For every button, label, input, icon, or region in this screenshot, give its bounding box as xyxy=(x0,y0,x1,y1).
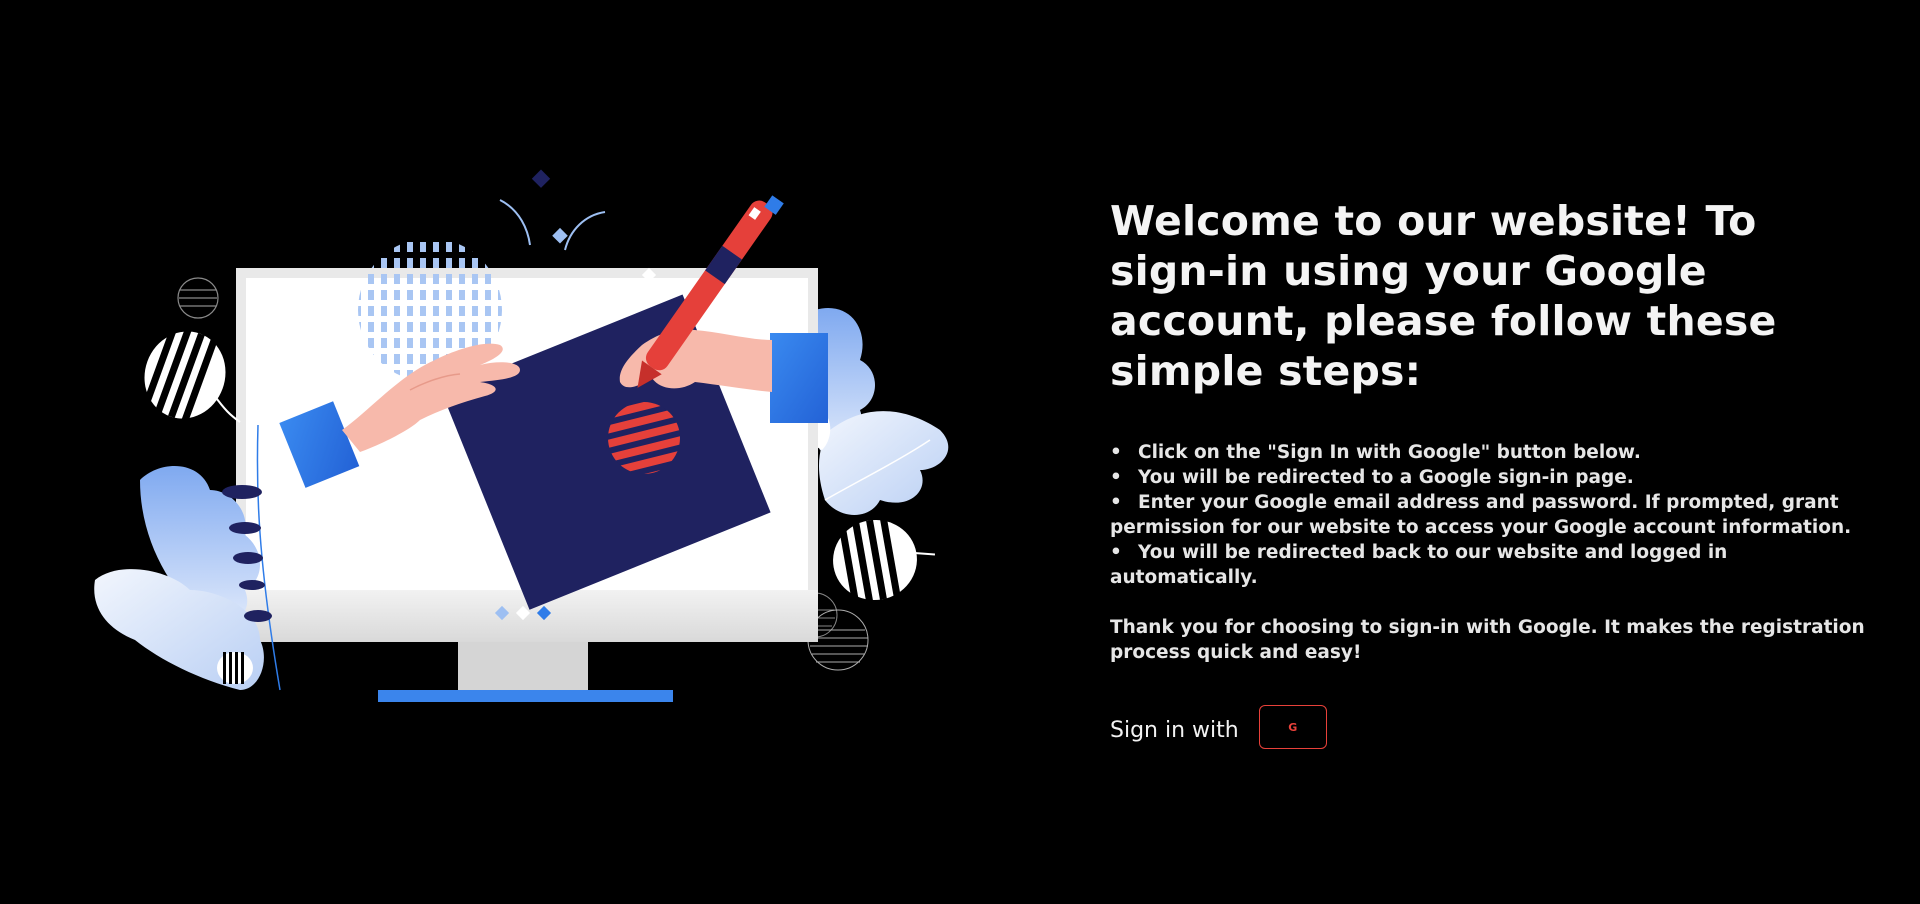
step-item: You will be redirected back to our websi… xyxy=(1110,540,1870,590)
signin-row: Sign in with G xyxy=(1110,705,1870,749)
signin-page: Welcome to our website! To sign-in using… xyxy=(0,0,1920,904)
step-item: Click on the "Sign In with Google" butto… xyxy=(1110,440,1870,465)
welcome-title: Welcome to our website! To sign-in using… xyxy=(1110,197,1777,395)
step-item: Enter your Google email address and pass… xyxy=(1110,490,1870,540)
computer-drawing-illustration xyxy=(80,160,960,720)
step-item: You will be redirected to a Google sign-… xyxy=(1110,465,1870,490)
steps-list: Click on the "Sign In with Google" butto… xyxy=(1110,440,1870,590)
google-signin-button[interactable]: G xyxy=(1258,705,1327,749)
signin-label: Sign in with xyxy=(1110,717,1239,743)
google-icon: G xyxy=(1288,720,1298,734)
thanks-text: Thank you for choosing to sign-in with G… xyxy=(1110,617,1865,663)
welcome-panel: Welcome to our website! To sign-in using… xyxy=(1110,196,1870,749)
